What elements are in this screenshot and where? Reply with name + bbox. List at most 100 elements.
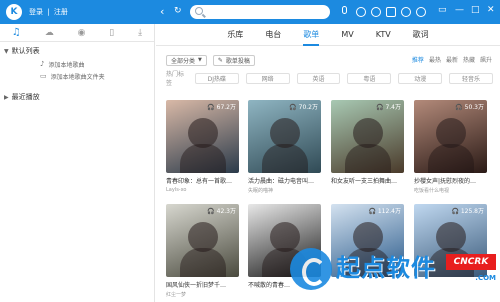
cover-figure-body bbox=[262, 144, 308, 173]
cover-figure-body bbox=[345, 144, 391, 173]
minimize-icon[interactable]: — bbox=[455, 5, 464, 15]
play-count: 🎧 67.2万 bbox=[207, 104, 236, 111]
settings-icon[interactable] bbox=[416, 7, 426, 17]
play-count: 🎧 7.4万 bbox=[376, 104, 401, 111]
playlist-author[interactable]: Layls-xo bbox=[166, 187, 239, 193]
sidebar-item-add-songs[interactable]: ♪ 添加本地歌曲 bbox=[0, 58, 154, 70]
playlist-card[interactable]: 🎧 67.2万青春印象：总有一首歌… Layls-xo bbox=[166, 100, 239, 193]
category-label: 全部分类 bbox=[171, 57, 196, 65]
default-list-label: 默认列表 bbox=[11, 47, 40, 55]
sort-collect[interactable]: 热藏 bbox=[463, 55, 475, 64]
tag-network[interactable]: 网络 bbox=[245, 72, 290, 84]
playlist-card[interactable]: 🎧 70.2万活力晨曲：磁力电音叫… 失眠的喵神 bbox=[248, 100, 321, 194]
sidebar-tabs: ♫ ☁ ◉ ▯ ⤓ bbox=[0, 24, 154, 42]
cover-figure-body bbox=[180, 144, 226, 173]
tab-playlists[interactable]: 歌单 bbox=[303, 24, 320, 46]
folder-icon: ▭ bbox=[40, 72, 47, 80]
sort-rising[interactable]: 飙升 bbox=[480, 55, 492, 64]
playlist-author[interactable]: 失眠的喵神 bbox=[248, 187, 321, 194]
search-input[interactable] bbox=[190, 5, 330, 19]
sidebar-item-label: 添加本地歌曲文件夹 bbox=[50, 73, 105, 81]
playlist-cover[interactable]: 🎧 42.3万 bbox=[166, 204, 239, 277]
login-link[interactable]: 登录 bbox=[29, 8, 43, 16]
mini-mode-icon[interactable]: ▭ bbox=[438, 5, 447, 15]
close-icon[interactable]: ✕ bbox=[487, 5, 495, 15]
tab-ktv[interactable]: KTV bbox=[376, 24, 391, 46]
sidebar-item-label: 添加本地歌曲 bbox=[48, 61, 85, 69]
chevron-right-icon: ▶ bbox=[4, 93, 9, 101]
recent-label: 最近播放 bbox=[11, 93, 40, 101]
playlist-author[interactable]: 吃饭看什么电视 bbox=[414, 187, 487, 194]
cloud-icon[interactable]: ☁ bbox=[45, 28, 54, 38]
tag-row: 热门标签 DJ热碟 网络 英语 粤语 动漫 轻音乐 bbox=[156, 71, 500, 87]
recent-header[interactable]: ▶ 最近播放 bbox=[0, 90, 154, 104]
cover-figure-body bbox=[180, 248, 226, 277]
music-note-icon[interactable]: ♫ bbox=[12, 27, 21, 38]
skin-icon[interactable] bbox=[386, 7, 396, 17]
submit-label: 歌单投稿 bbox=[225, 57, 250, 65]
play-count: 🎧 42.3万 bbox=[207, 208, 236, 215]
mic-icon[interactable] bbox=[342, 6, 347, 14]
app-logo: K bbox=[6, 4, 22, 20]
playlist-cover[interactable]: 🎧 7.4万 bbox=[331, 100, 404, 173]
music-file-icon: ♪ bbox=[40, 60, 45, 68]
playlist-title[interactable]: 青春印象：总有一首歌… bbox=[166, 176, 239, 185]
playlist-cover[interactable]: 🎧 50.3万 bbox=[414, 100, 487, 173]
category-dropdown[interactable]: 全部分类 ▼ bbox=[166, 54, 207, 66]
play-count: 🎧 50.3万 bbox=[455, 104, 484, 111]
playlist-cover[interactable]: 🎧 70.2万 bbox=[248, 100, 321, 173]
playlist-title[interactable]: 活力晨曲：磁力电音叫… bbox=[248, 176, 321, 185]
play-count: 🎧 125.8万 bbox=[451, 208, 484, 215]
tag-dj[interactable]: DJ热碟 bbox=[194, 72, 239, 84]
playlist-card[interactable]: 🎧 7.4万和女友听一支三拍舞曲… bbox=[331, 100, 404, 185]
edit-icon: ✎ bbox=[217, 56, 223, 64]
sort-new[interactable]: 最新 bbox=[446, 55, 458, 64]
register-link[interactable]: 注册 bbox=[54, 8, 68, 16]
default-list-header[interactable]: ▼ 默认列表 bbox=[0, 44, 154, 58]
login-links: 登录 | 注册 bbox=[28, 7, 69, 17]
radio-icon[interactable]: ◉ bbox=[78, 28, 86, 38]
play-count: 🎧 70.2万 bbox=[289, 104, 318, 111]
playlist-title[interactable]: 抄櫻女声|抚慰烈夜的… bbox=[414, 176, 487, 185]
play-count: 🎧 112.4万 bbox=[368, 208, 401, 215]
hot-tags-label: 热门标签 bbox=[166, 71, 185, 87]
search-icon[interactable] bbox=[195, 7, 203, 15]
sort-hot[interactable]: 最热 bbox=[429, 55, 441, 64]
sort-options: 推荐 最热 最新 热藏 飙升 bbox=[407, 55, 492, 64]
watermark-text: 起点软件 bbox=[336, 254, 436, 282]
game-icon[interactable] bbox=[356, 7, 366, 17]
tab-mv[interactable]: MV bbox=[341, 24, 353, 46]
tag-cantonese[interactable]: 粤语 bbox=[347, 72, 392, 84]
refresh-icon[interactable]: ↻ bbox=[174, 6, 182, 16]
chevron-down-icon: ▼ bbox=[4, 47, 9, 55]
title-bar: K 登录 | 注册 ‹ ↻ ▭ — □ ✕ bbox=[0, 0, 500, 24]
submit-playlist-button[interactable]: ✎ 歌单投稿 bbox=[212, 54, 255, 66]
playlist-title[interactable]: 和女友听一支三拍舞曲… bbox=[331, 176, 404, 185]
playlist-card[interactable]: 🎧 42.3万国风仙侠一折旧梦千… 红尘一梦 bbox=[166, 204, 239, 298]
filter-row: 全部分类 ▼ ✎ 歌单投稿 推荐 最热 最新 热藏 飙升 bbox=[156, 52, 500, 68]
maximize-icon[interactable]: □ bbox=[471, 5, 480, 15]
divider: | bbox=[47, 8, 50, 16]
tab-library[interactable]: 乐库 bbox=[227, 24, 243, 46]
message-icon[interactable] bbox=[371, 7, 381, 17]
top-nav: 乐库 电台 歌单 MV KTV 歌词 bbox=[156, 24, 500, 46]
tab-radio[interactable]: 电台 bbox=[265, 24, 281, 46]
phone-icon[interactable]: ▯ bbox=[109, 28, 114, 38]
playlist-cover[interactable]: 🎧 67.2万 bbox=[166, 100, 239, 173]
watermark-logo-icon bbox=[290, 248, 332, 290]
playlist-card[interactable]: 🎧 50.3万抄櫻女声|抚慰烈夜的… 吃饭看什么电视 bbox=[414, 100, 487, 194]
tag-anime[interactable]: 动漫 bbox=[398, 72, 443, 84]
sort-recommend[interactable]: 推荐 bbox=[412, 55, 424, 64]
playlist-title[interactable]: 国风仙侠一折旧梦千… bbox=[166, 280, 239, 289]
playlist-author[interactable]: 红尘一梦 bbox=[166, 291, 239, 298]
sidebar-item-add-folder[interactable]: ▭ 添加本地歌曲文件夹 bbox=[0, 70, 154, 82]
cover-figure-body bbox=[428, 144, 474, 173]
tag-english[interactable]: 英语 bbox=[296, 72, 341, 84]
chevron-down-icon: ▼ bbox=[198, 57, 202, 63]
vip-icon[interactable] bbox=[401, 7, 411, 17]
back-icon[interactable]: ‹ bbox=[160, 5, 164, 18]
watermark-badge: CNCRK bbox=[446, 254, 496, 270]
download-icon[interactable]: ⤓ bbox=[138, 28, 142, 38]
tag-light-music[interactable]: 轻音乐 bbox=[449, 72, 493, 84]
tab-lyrics[interactable]: 歌词 bbox=[413, 24, 429, 46]
